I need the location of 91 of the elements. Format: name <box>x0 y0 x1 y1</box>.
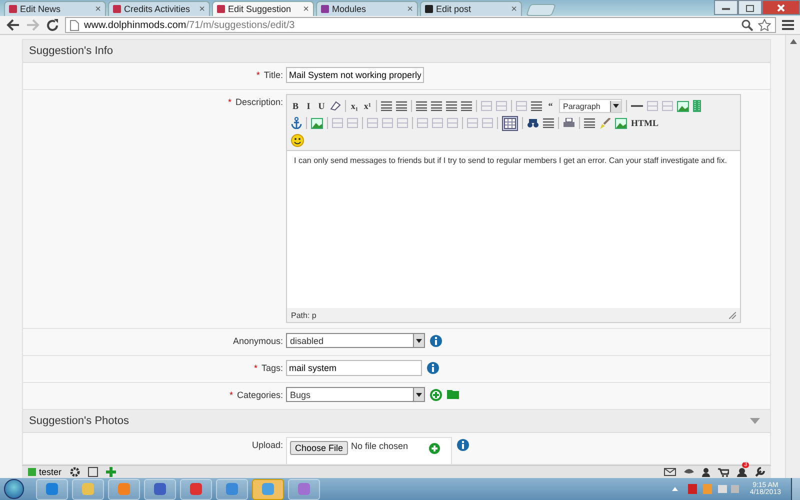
browser-tab[interactable]: Credits Activities × <box>108 1 210 16</box>
format-dropdown[interactable]: Paragraph <box>559 99 622 113</box>
lines-icon[interactable] <box>461 101 472 111</box>
required-marker: * <box>254 363 258 373</box>
info-icon[interactable] <box>457 439 469 451</box>
lines-icon[interactable] <box>446 101 457 111</box>
scroll-up-icon[interactable] <box>790 39 796 44</box>
lines-icon[interactable] <box>543 118 554 128</box>
close-tab-button[interactable]: × <box>511 4 517 14</box>
start-button[interactable] <box>4 479 24 499</box>
browser-tab[interactable]: Edit Suggestion × <box>212 1 314 16</box>
field-label: Anonymous: <box>232 336 283 346</box>
anchor-icon[interactable] <box>291 117 302 129</box>
wrench-icon[interactable] <box>755 467 765 477</box>
maximize-icon[interactable] <box>738 0 762 15</box>
required-marker: * <box>256 70 260 80</box>
format-button[interactable]: x₁ <box>350 101 359 111</box>
section-title: Suggestion's Photos <box>29 415 129 427</box>
mail-icon[interactable] <box>664 468 676 476</box>
required-marker: * <box>228 97 232 107</box>
close-tab-button[interactable]: × <box>407 4 413 14</box>
person-icon[interactable] <box>702 468 710 476</box>
smiley-icon[interactable] <box>291 134 304 146</box>
folder-icon[interactable] <box>447 389 459 399</box>
field-label: Upload: <box>252 440 283 450</box>
scrollbar[interactable] <box>785 35 800 478</box>
dropdown-arrow-icon[interactable] <box>416 392 422 396</box>
star-icon[interactable] <box>758 19 771 31</box>
close-tab-button[interactable]: × <box>303 4 309 14</box>
lines-icon[interactable] <box>416 101 427 111</box>
editor-text-area[interactable]: I can only send messages to friends but if I try to send to regular members I get an error. Can your staff investigate and fix. <box>287 151 740 308</box>
format-button[interactable]: I <box>304 101 313 111</box>
printer-icon[interactable] <box>563 118 575 128</box>
close-icon[interactable] <box>762 0 800 15</box>
field-label: Categories: <box>236 390 283 400</box>
reload-icon[interactable] <box>46 18 59 32</box>
tray-icons[interactable] <box>670 483 740 495</box>
lines-icon[interactable] <box>584 118 595 128</box>
show-desktop-button[interactable] <box>791 478 800 500</box>
select-dropdown[interactable]: Bugs <box>286 387 425 402</box>
browser-tab[interactable]: Edit News × <box>4 1 106 16</box>
image-icon[interactable] <box>311 118 323 128</box>
plus-icon[interactable] <box>106 467 116 477</box>
format-button[interactable]: U <box>317 101 326 111</box>
brush-icon[interactable] <box>599 118 611 128</box>
eraser-icon[interactable] <box>330 101 341 111</box>
page-icon <box>70 20 79 30</box>
dropdown-arrow-icon[interactable] <box>416 338 422 342</box>
add-icon[interactable] <box>430 389 442 401</box>
dropdown-arrow-icon[interactable] <box>613 104 619 108</box>
select-dropdown[interactable]: disabled <box>286 333 425 348</box>
image-icon[interactable] <box>615 118 627 128</box>
minimize-icon[interactable] <box>714 0 738 15</box>
description-text: I can only send messages to friends but if I try to send to regular members I get an error. Can your staff investigate and fix. <box>294 156 728 165</box>
format-button[interactable]: x¹ <box>363 101 372 111</box>
field-label: Description: <box>235 97 283 107</box>
binoculars-icon[interactable] <box>527 118 539 128</box>
format-button[interactable]: HTML <box>631 118 659 128</box>
field-label: Tags: <box>261 363 283 373</box>
browser-tab[interactable]: Modules × <box>316 1 418 16</box>
info-icon[interactable] <box>427 362 439 374</box>
lines-icon[interactable] <box>531 101 542 111</box>
format-button[interactable]: B <box>291 101 300 111</box>
people-icon[interactable] <box>737 468 747 476</box>
browser-tab[interactable]: Edit post × <box>420 1 522 16</box>
address-bar[interactable]: www.dolphinmods.com/71/m/suggestions/edit/3 <box>65 17 776 33</box>
image-icon[interactable] <box>677 100 689 112</box>
film-icon[interactable] <box>693 100 701 112</box>
zoom-icon[interactable] <box>741 19 753 31</box>
gear-icon[interactable] <box>70 467 80 477</box>
section-title: Suggestion's Info <box>29 45 114 57</box>
url-text: www.dolphinmods.com/71/m/suggestions/edit/3 <box>84 20 295 30</box>
lines-icon[interactable] <box>396 101 407 111</box>
lines-icon[interactable] <box>431 101 442 111</box>
choose-file-button[interactable]: Choose File <box>290 441 348 455</box>
field-label: Title: <box>264 70 283 80</box>
close-tab-button[interactable]: × <box>95 4 101 14</box>
file-status: No file chosen <box>351 441 408 451</box>
editor-path: Path: p <box>291 310 316 320</box>
back-arrow-icon[interactable] <box>6 19 20 31</box>
info-icon[interactable] <box>430 335 442 347</box>
close-tab-button[interactable]: × <box>199 4 205 14</box>
menu-icon[interactable] <box>782 20 794 30</box>
lines-icon[interactable] <box>381 101 392 111</box>
table-icon[interactable] <box>502 116 518 130</box>
resize-handle-icon[interactable] <box>729 312 736 318</box>
user-name[interactable]: tester <box>39 467 62 477</box>
format-button[interactable]: “ <box>546 101 555 111</box>
text-input[interactable]: mail system <box>286 360 422 376</box>
required-marker: * <box>229 390 233 400</box>
cart-icon[interactable] <box>718 468 729 476</box>
